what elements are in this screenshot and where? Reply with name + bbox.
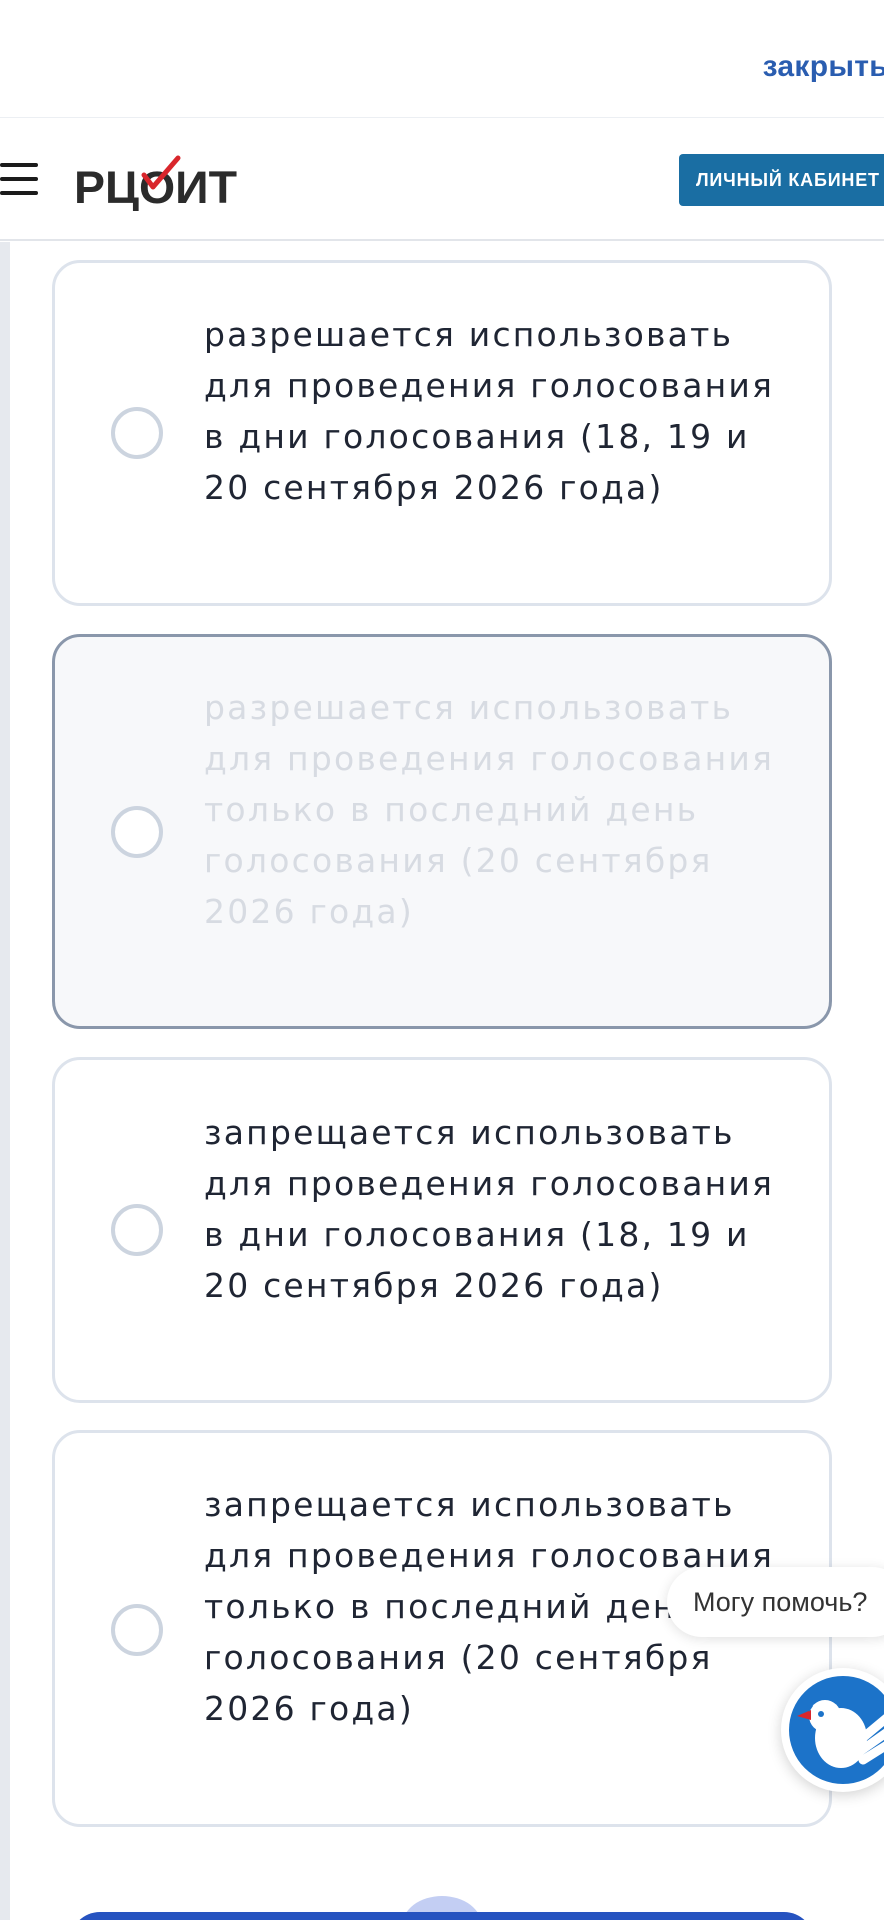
close-link[interactable]: закрыть [763, 50, 884, 84]
menu-icon[interactable] [0, 163, 38, 195]
help-bubble[interactable]: Могу помочь? [667, 1567, 884, 1637]
next-button[interactable] [70, 1912, 814, 1920]
radio-icon[interactable] [111, 1204, 163, 1256]
radio-icon[interactable] [111, 407, 163, 459]
answer-option-text: разрешается использовать для проведения … [204, 688, 775, 931]
answer-option-selected[interactable]: разрешается использовать для проведения … [52, 634, 832, 1029]
site-header: РЦОИТ ЛИЧНЫЙ КАБИНЕТ [0, 119, 884, 241]
radio-icon[interactable] [111, 806, 163, 858]
answer-option-text: запрещается использовать для проведения … [204, 1113, 775, 1305]
answer-option[interactable]: разрешается использовать для проведения … [52, 260, 832, 606]
assistant-bird-icon [789, 1676, 884, 1784]
logo[interactable]: РЦОИТ [74, 155, 244, 211]
left-edge-rail [0, 242, 10, 1920]
radio-icon[interactable] [111, 1604, 163, 1656]
top-bar: закрыть [0, 0, 884, 118]
answer-option-text: разрешается использовать для проведения … [204, 315, 775, 507]
personal-account-button[interactable]: ЛИЧНЫЙ КАБИНЕТ [679, 154, 884, 206]
answer-option[interactable]: запрещается использовать для проведения … [52, 1057, 832, 1403]
